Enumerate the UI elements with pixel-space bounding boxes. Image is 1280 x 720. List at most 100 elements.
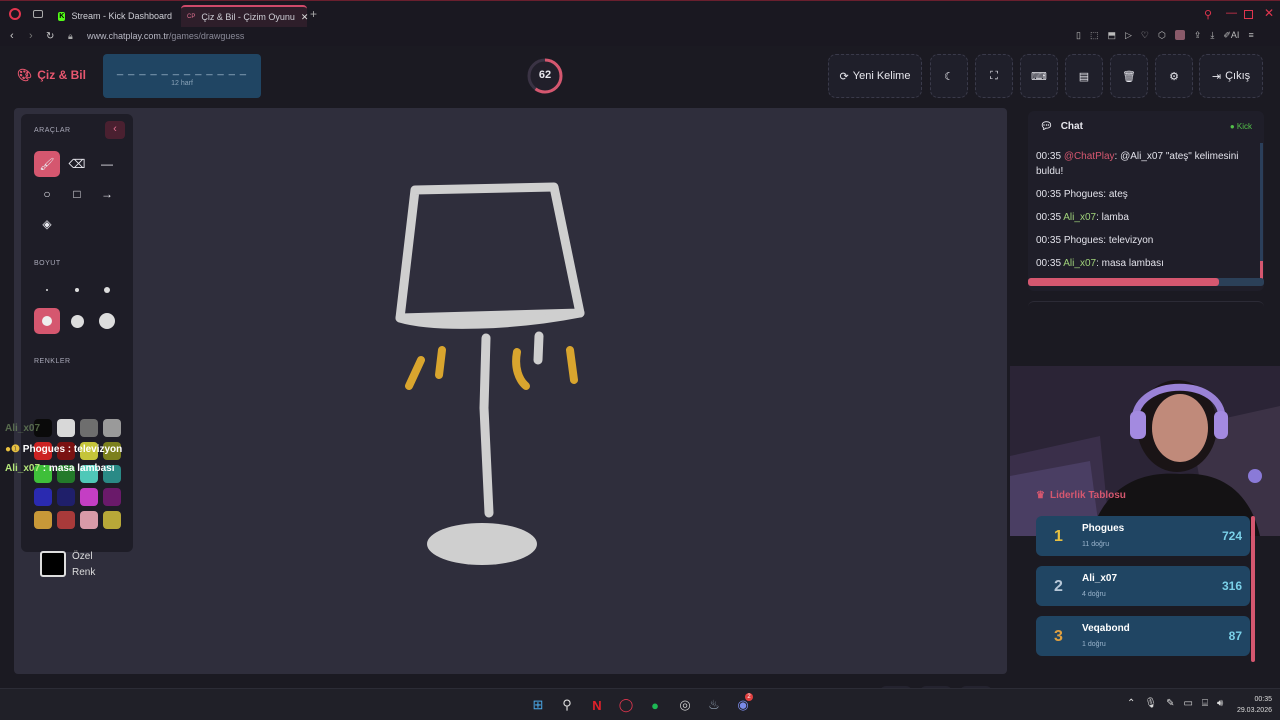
size-4-button[interactable] bbox=[34, 308, 60, 334]
message-user: Phogues bbox=[1063, 235, 1104, 246]
search-icon[interactable]: ⚲ bbox=[558, 697, 576, 713]
keyboard-button[interactable]: ⌨ bbox=[1020, 54, 1058, 98]
word-mask: _ _ _ _ _ _ _ _ _ _ _ _ bbox=[116, 64, 248, 76]
message-text: televizyon bbox=[1108, 235, 1154, 246]
timer-value: 62 bbox=[538, 69, 552, 81]
ai-button[interactable]: ✐AI bbox=[1223, 30, 1239, 41]
close-tab-icon[interactable]: ✕ bbox=[301, 12, 309, 23]
tab-kick-dashboard[interactable]: K Stream - Kick Dashboard bbox=[52, 5, 178, 27]
color-swatch[interactable] bbox=[103, 488, 121, 506]
bookmark-icon[interactable]: ▯ bbox=[1076, 30, 1081, 41]
panel-divider bbox=[1028, 301, 1264, 317]
brush-tool[interactable]: 🖌︎ bbox=[34, 151, 60, 177]
expand-icon: ⛶ bbox=[990, 69, 998, 82]
profile-avatar[interactable] bbox=[1174, 30, 1185, 40]
leaderboard-row: 1 Phogues 11 doğru 724 bbox=[1036, 516, 1250, 556]
square-icon: □ bbox=[73, 187, 81, 201]
chat-message: 00:35 @ChatPlay: @Ali_x07 "ateş" kelimes… bbox=[1036, 151, 1239, 177]
color-swatch[interactable] bbox=[34, 511, 52, 529]
settings-button[interactable]: ⚙ bbox=[1155, 54, 1193, 98]
extensions-icon[interactable]: ⬡ bbox=[1158, 30, 1166, 41]
chevron-up-icon[interactable]: ⌃ bbox=[1127, 698, 1135, 709]
rank-number: 3 bbox=[1054, 628, 1063, 645]
download-icon[interactable]: ⤓ bbox=[1210, 30, 1214, 41]
close-window-icon[interactable]: ✕ bbox=[1264, 6, 1274, 20]
exit-button[interactable]: ⇥ Çıkış bbox=[1199, 54, 1263, 98]
netflix-icon[interactable]: N bbox=[588, 697, 606, 713]
maximize-icon[interactable] bbox=[1244, 10, 1253, 19]
arrow-tool[interactable]: → bbox=[94, 181, 120, 207]
message-time: 00:35 bbox=[1036, 212, 1062, 223]
badge-icon: ●❶ bbox=[5, 444, 23, 455]
palette-icon: 🎨︎ bbox=[17, 68, 33, 82]
system-tray: ⌃ 🎙︎ ✎ ▭ ⌸ 🔊︎ bbox=[1127, 698, 1223, 709]
opera-icon[interactable]: ◯ bbox=[617, 697, 635, 713]
menu-icon[interactable]: ≡ bbox=[1248, 30, 1253, 41]
reload-icon[interactable]: ↻ bbox=[46, 31, 54, 42]
color-swatch[interactable] bbox=[34, 488, 52, 506]
network-icon[interactable]: ⌸ bbox=[1202, 698, 1208, 709]
play-icon[interactable]: ▷ bbox=[1125, 30, 1132, 41]
url-field[interactable]: www.chatplay.com.tr/games/drawguess bbox=[87, 31, 244, 41]
color-swatch[interactable] bbox=[80, 511, 98, 529]
eraser-tool[interactable]: ⌫ bbox=[64, 151, 90, 177]
dark-mode-button[interactable]: ☾ bbox=[930, 54, 968, 98]
monitor-icon[interactable]: ▭ bbox=[1183, 698, 1192, 709]
color-swatch[interactable] bbox=[57, 511, 75, 529]
start-icon[interactable]: ⊞ bbox=[529, 697, 547, 713]
steam-icon[interactable]: ♨ bbox=[705, 697, 723, 713]
spotify-icon[interactable]: ● bbox=[646, 697, 664, 713]
fill-tool[interactable]: ◈ bbox=[34, 211, 60, 237]
message-user: @ChatPlay bbox=[1063, 151, 1115, 162]
new-tab-icon[interactable]: + bbox=[310, 7, 317, 21]
exit-icon: ⇥ bbox=[1211, 70, 1222, 83]
tab-chatplay[interactable]: CP Çiz & Bil - Çizim Oyunu ✕ bbox=[181, 5, 309, 27]
size-2-button[interactable] bbox=[64, 277, 90, 303]
clock[interactable]: 00:35 29.03.2026 bbox=[1222, 694, 1272, 716]
forward-icon[interactable]: › bbox=[29, 30, 33, 42]
size-5-button[interactable] bbox=[64, 308, 90, 334]
line-tool[interactable]: — bbox=[94, 151, 120, 177]
rectangle-tool[interactable]: □ bbox=[64, 181, 90, 207]
exit-label: Çıkış bbox=[1225, 70, 1251, 82]
chat-header: 💬︎ Chat bbox=[1040, 121, 1083, 132]
chat-message: 00:35 Phogues: televizyon bbox=[1036, 235, 1154, 246]
share-icon[interactable]: ⇪ bbox=[1194, 30, 1202, 41]
size-6-button[interactable] bbox=[94, 308, 120, 334]
new-word-button[interactable]: ⟳ Yeni Kelime bbox=[828, 54, 922, 98]
fullscreen-button[interactable]: ⛶ bbox=[975, 54, 1013, 98]
color-swatch[interactable] bbox=[103, 511, 121, 529]
platform-status: ● Kick bbox=[1229, 122, 1252, 131]
drawing-canvas[interactable]: ↺ ↻ 🗑︎ bbox=[14, 108, 1007, 718]
word-hint-box: _ _ _ _ _ _ _ _ _ _ _ _ 12 harf bbox=[103, 54, 261, 98]
app-logo[interactable]: 🎨︎ Çiz & Bil bbox=[17, 68, 86, 82]
tab-manager-icon[interactable] bbox=[33, 10, 43, 18]
size-1-button[interactable] bbox=[34, 277, 60, 303]
color-swatch[interactable] bbox=[80, 488, 98, 506]
minimize-icon[interactable]: — bbox=[1226, 7, 1237, 19]
leaderboard-scrollbar[interactable] bbox=[1251, 516, 1255, 662]
leaderboard-row: 2 Ali_x07 4 doğru 316 bbox=[1036, 566, 1250, 606]
size-3-button[interactable] bbox=[94, 277, 120, 303]
chrome-icon[interactable]: ◎ bbox=[676, 697, 694, 713]
trash-button[interactable]: 🗑︎ bbox=[1110, 54, 1148, 98]
circle-tool[interactable]: ○ bbox=[34, 181, 60, 207]
word-letter-count: 12 harf bbox=[171, 80, 193, 87]
crop-icon[interactable]: ⬒ bbox=[1107, 30, 1116, 41]
rank-number: 2 bbox=[1054, 578, 1063, 595]
search-tabs-icon[interactable]: ⚲ bbox=[1204, 8, 1212, 21]
heart-icon[interactable]: ♡ bbox=[1141, 30, 1149, 41]
url-host: www.chatplay.com.tr bbox=[87, 31, 169, 41]
dot-icon bbox=[75, 288, 79, 292]
opera-logo-icon[interactable] bbox=[9, 8, 21, 20]
back-icon[interactable]: ‹ bbox=[10, 30, 14, 42]
color-swatch[interactable] bbox=[57, 488, 75, 506]
screenshot-icon[interactable]: ⬚ bbox=[1090, 30, 1099, 41]
custom-color-picker[interactable] bbox=[40, 551, 66, 577]
pen-icon[interactable]: ✎ bbox=[1166, 698, 1174, 709]
lock-icon: 🔒︎ bbox=[68, 31, 73, 41]
circle-icon: ○ bbox=[43, 187, 51, 201]
microphone-icon[interactable]: 🎙︎ bbox=[1144, 698, 1157, 709]
archive-button[interactable]: ▤ bbox=[1065, 54, 1103, 98]
collapse-panel-button[interactable]: ‹ bbox=[105, 121, 125, 139]
